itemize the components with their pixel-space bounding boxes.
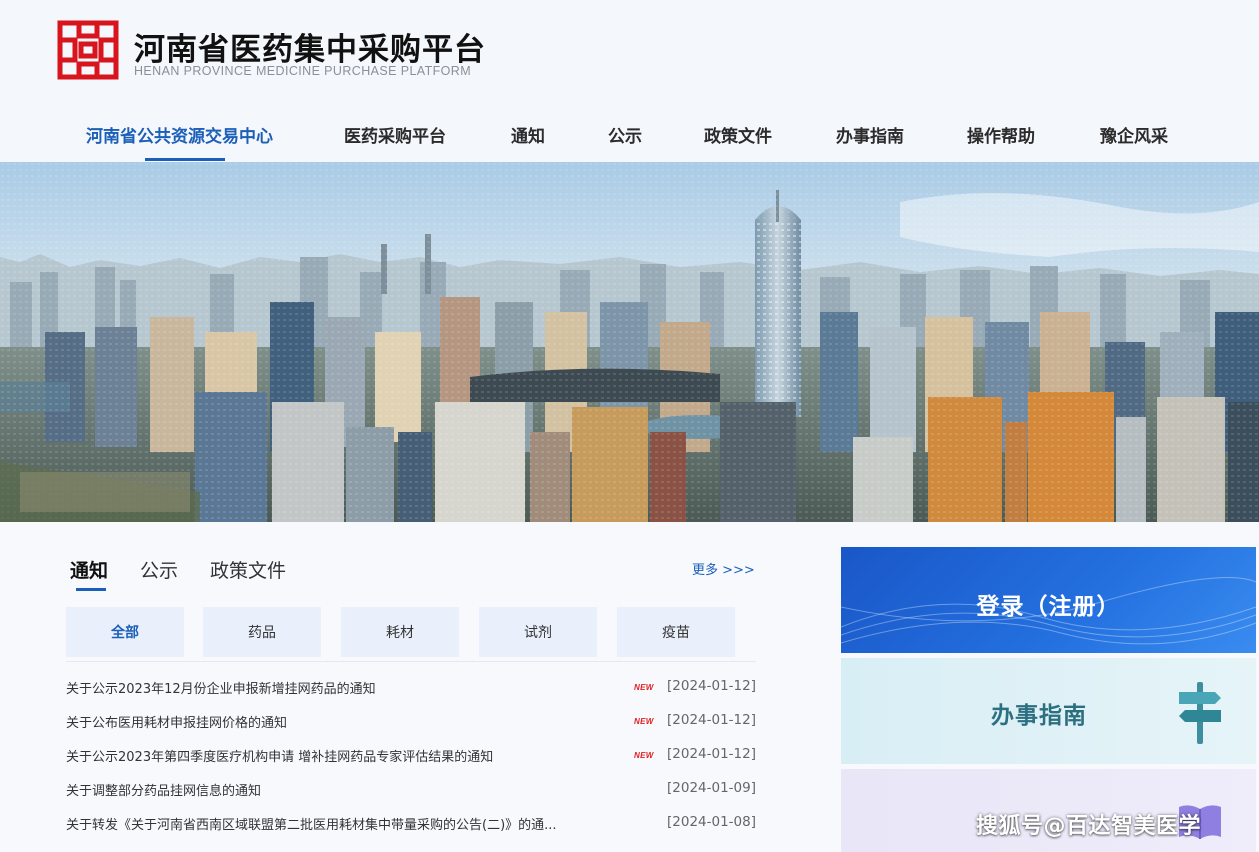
new-badge: NEW [634, 751, 654, 760]
tab-announcements[interactable]: 公示 [140, 556, 178, 583]
tab-policy-docs[interactable]: 政策文件 [210, 556, 286, 583]
site-subtitle: HENAN PROVINCE MEDICINE PURCHASE PLATFOR… [134, 64, 472, 78]
filter-all[interactable]: 全部 [66, 607, 184, 657]
login-register-card[interactable]: 登录（注册） [841, 547, 1256, 653]
main-nav: 河南省公共资源交易中心 医药采购平台 通知 公示 政策文件 办事指南 操作帮助 … [0, 110, 1259, 162]
notice-row[interactable]: 关于公示2023年12月份企业申报新增挂网药品的通知 NEW [2024-01-… [66, 670, 756, 704]
notice-date: [2024-01-12] [667, 712, 756, 728]
nav-item-announcements[interactable]: 公示 [608, 122, 642, 147]
tab-notices[interactable]: 通知 [70, 556, 108, 583]
tab-active-indicator [76, 588, 106, 591]
new-badge: NEW [634, 683, 654, 692]
notice-row[interactable]: 关于转发《关于河南省西南区域联盟第二批医用耗材集中带量采购的公告(二)》的通..… [66, 806, 756, 840]
filter-consumables[interactable]: 耗材 [341, 607, 459, 657]
notice-date: [2024-01-12] [667, 678, 756, 694]
nav-item-medicine-purchase[interactable]: 医药采购平台 [344, 122, 446, 147]
notice-date: [2024-01-12] [667, 746, 756, 762]
nav-item-enterprise-showcase[interactable]: 豫企风采 [1100, 122, 1168, 147]
notice-title[interactable]: 关于转发《关于河南省西南区域联盟第二批医用耗材集中带量采购的公告(二)》的通..… [66, 814, 557, 833]
notice-row[interactable]: 关于公布医用耗材申报挂网价格的通知 NEW [2024-01-12] [66, 704, 756, 738]
notice-row[interactable]: 关于公示2023年第四季度医疗机构申请 增补挂网药品专家评估结果的通知 NEW … [66, 738, 756, 772]
skyline-image [0, 162, 1259, 522]
notice-date: [2024-01-09] [667, 780, 756, 796]
signpost-icon [1179, 682, 1221, 744]
nav-active-indicator [145, 158, 225, 161]
notice-date: [2024-01-08] [667, 814, 756, 830]
nav-item-service-guide[interactable]: 办事指南 [836, 122, 904, 147]
notice-title[interactable]: 关于公示2023年第四季度医疗机构申请 增补挂网药品专家评估结果的通知 [66, 746, 493, 765]
notice-title[interactable]: 关于调整部分药品挂网信息的通知 [66, 780, 261, 799]
site-title: 河南省医药集中采购平台 [134, 32, 486, 68]
new-badge: NEW [634, 717, 654, 726]
filter-reagents[interactable]: 试剂 [479, 607, 597, 657]
nav-item-public-resource-center[interactable]: 河南省公共资源交易中心 [86, 122, 273, 147]
filter-vaccines[interactable]: 疫苗 [617, 607, 735, 657]
more-link[interactable]: 更多 >>> [692, 559, 755, 578]
service-guide-label[interactable]: 办事指南 [991, 696, 1087, 730]
watermark-text: 搜狐号@百达智美医学 [976, 814, 1202, 839]
filter-divider [66, 661, 756, 662]
filter-drugs[interactable]: 药品 [203, 607, 321, 657]
notice-title[interactable]: 关于公示2023年12月份企业申报新增挂网药品的通知 [66, 678, 376, 697]
nav-item-policy-docs[interactable]: 政策文件 [704, 122, 772, 147]
city-skyline-banner [0, 162, 1259, 522]
platform-logo-icon[interactable] [57, 20, 119, 80]
nav-item-notices[interactable]: 通知 [511, 122, 545, 147]
login-register-label[interactable]: 登录（注册） [841, 587, 1256, 621]
notice-title[interactable]: 关于公布医用耗材申报挂网价格的通知 [66, 712, 287, 731]
notice-row[interactable]: 关于调整部分药品挂网信息的通知 [2024-01-09] [66, 772, 756, 806]
site-header: 河南省医药集中采购平台 HENAN PROVINCE MEDICINE PURC… [0, 0, 1259, 162]
nav-item-help[interactable]: 操作帮助 [967, 122, 1035, 147]
service-guide-card[interactable]: 办事指南 [841, 658, 1256, 764]
